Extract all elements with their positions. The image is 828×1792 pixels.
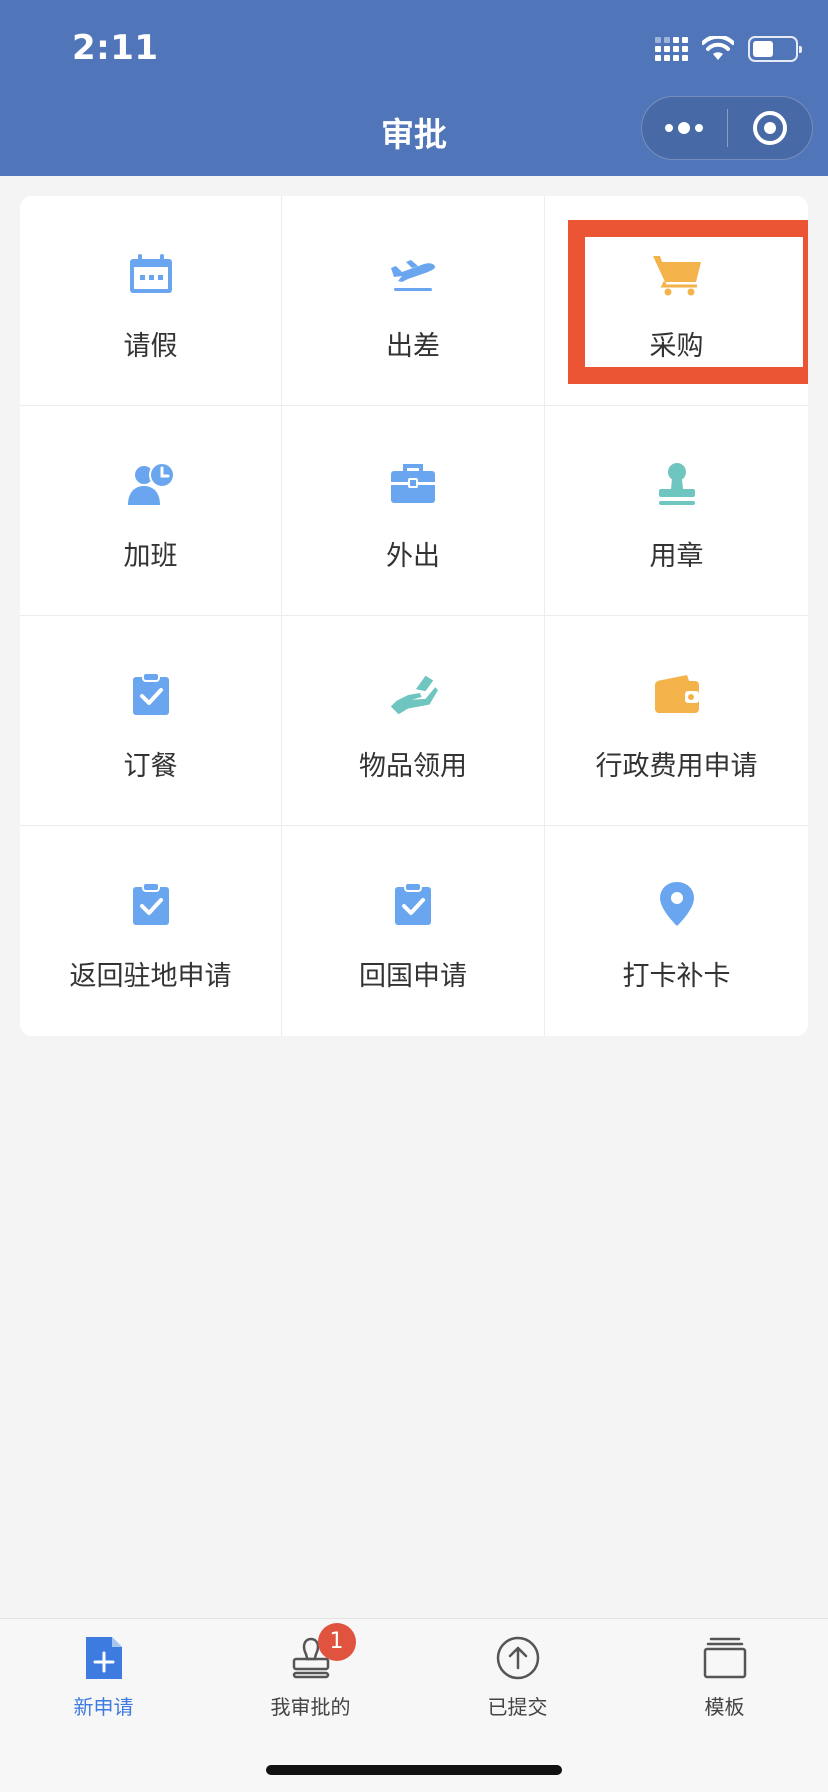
tab-my-approvals[interactable]: 1 我审批的 (207, 1623, 414, 1720)
template-stack-icon (700, 1633, 750, 1683)
tab-label: 新申请 (73, 1695, 134, 1719)
tab-submitted[interactable]: 已提交 (414, 1633, 621, 1720)
user-clock-icon (125, 458, 177, 510)
tab-new-application[interactable]: 新申请 (0, 1633, 207, 1720)
more-dots-icon (665, 122, 704, 134)
grid-item-return-home[interactable]: 回国申请 (282, 826, 545, 1036)
wifi-icon (702, 36, 734, 60)
airplane-icon (387, 248, 439, 300)
grid-item-label: 行政费用申请 (595, 751, 758, 782)
grid-item-order-meal[interactable]: 订餐 (20, 616, 282, 826)
grid-item-purchase[interactable]: 采购 (545, 196, 808, 406)
clipboard-check-icon (387, 878, 439, 930)
unread-badge: 1 (317, 1623, 356, 1661)
grid-item-label: 请假 (123, 331, 178, 362)
location-pin-icon (651, 878, 703, 930)
grid-item-label: 回国申请 (359, 961, 467, 992)
clipboard-check-icon (125, 878, 177, 930)
new-document-icon (79, 1633, 129, 1683)
status-time: 2:11 (72, 28, 159, 68)
stamp-outline-icon: 1 (286, 1623, 356, 1683)
status-indicators (655, 34, 802, 64)
header: 2:11 审批 (0, 0, 828, 176)
approval-type-grid: 请假 出差 采购 加班 外出 用章 订餐 物品领用 行政费用申请 返回驻地申请 … (20, 196, 808, 1036)
grid-item-clock-in-fix[interactable]: 打卡补卡 (545, 826, 808, 1036)
approval-page: 2:11 审批 请假 出差 采购 加班 外出 用章 订餐 物品领用 行政费用申请… (0, 0, 828, 1792)
battery-icon (748, 36, 802, 62)
hand-receive-icon (387, 668, 439, 720)
grid-item-admin-expense[interactable]: 行政费用申请 (545, 616, 808, 826)
grid-item-label: 加班 (123, 541, 178, 572)
target-circle-icon (752, 111, 787, 145)
grid-item-label: 返回驻地申请 (69, 961, 232, 992)
tab-label: 模板 (704, 1695, 745, 1719)
calendar-icon (125, 248, 177, 300)
grid-item-label: 采购 (649, 331, 704, 362)
briefcase-icon (387, 458, 439, 510)
clipboard-check-icon (125, 668, 177, 720)
grid-item-business-trip[interactable]: 出差 (282, 196, 545, 406)
miniprogram-capsule (641, 96, 813, 160)
home-indicator (266, 1765, 562, 1775)
tab-label: 我审批的 (270, 1695, 351, 1719)
grid-item-label: 打卡补卡 (622, 961, 731, 992)
grid-item-go-out[interactable]: 外出 (282, 406, 545, 616)
grid-item-label: 外出 (386, 541, 440, 572)
close-miniprogram-button[interactable] (728, 96, 813, 160)
grid-item-label: 物品领用 (359, 751, 467, 782)
grid-item-use-seal[interactable]: 用章 (545, 406, 808, 616)
grid-item-leave[interactable]: 请假 (20, 196, 282, 406)
upload-circle-icon (493, 1633, 543, 1683)
battery-level (753, 41, 773, 57)
grid-item-label: 用章 (649, 541, 704, 572)
tab-label: 已提交 (487, 1695, 548, 1719)
wallet-icon (651, 668, 703, 720)
grid-item-overtime[interactable]: 加班 (20, 406, 282, 616)
cellular-signal-icon (655, 37, 688, 61)
grid-item-item-requisition[interactable]: 物品领用 (282, 616, 545, 826)
grid-item-return-station[interactable]: 返回驻地申请 (20, 826, 282, 1036)
stamp-icon (651, 458, 703, 510)
more-button[interactable] (642, 96, 727, 160)
grid-item-label: 订餐 (123, 751, 178, 782)
grid-item-label: 出差 (386, 331, 440, 362)
tab-templates[interactable]: 模板 (621, 1633, 828, 1720)
shopping-cart-icon (651, 248, 703, 300)
